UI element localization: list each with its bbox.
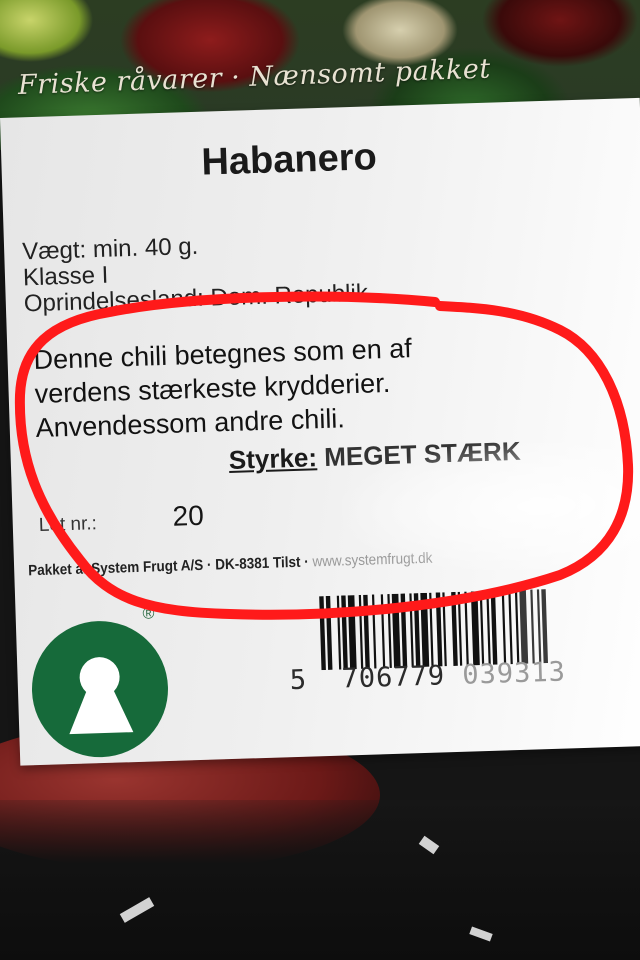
red-circle-annotation: [14, 291, 634, 620]
photo-scene: Friske råvarer · Nænsomt pakket Habanero…: [0, 0, 640, 960]
